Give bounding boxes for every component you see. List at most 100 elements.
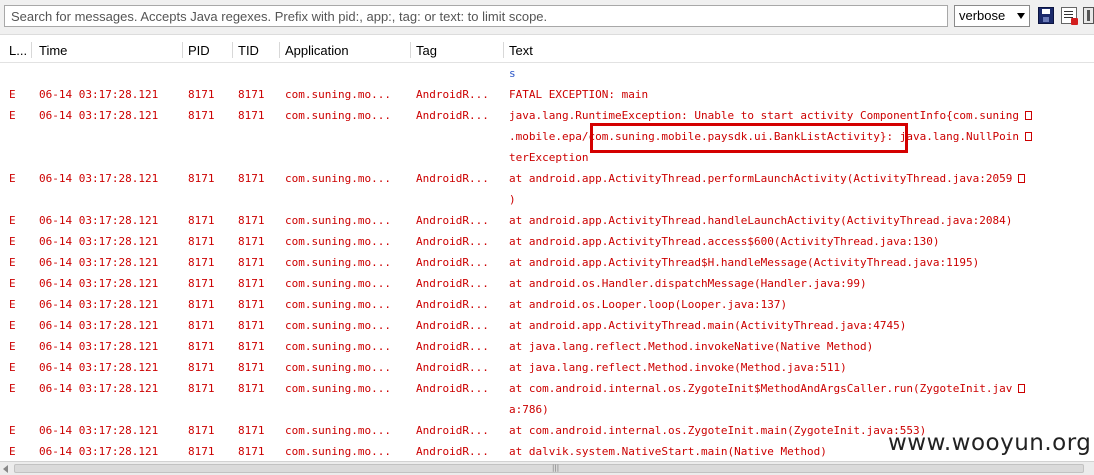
tid-cell: 8171 — [238, 382, 265, 395]
column-divider[interactable] — [410, 42, 411, 58]
message-text-cell: at android.os.Handler.dispatchMessage(Ha… — [509, 273, 867, 294]
tid-cell: 8171 — [238, 361, 265, 374]
pid-cell: 8171 — [188, 382, 215, 395]
tag-cell: AndroidR... — [416, 361, 489, 374]
time-cell: 06-14 03:17:28.121 — [39, 382, 159, 395]
table-row[interactable]: E 06-14 03:17:28.121 8171 8171 com.suning.mo… — [0, 105, 1094, 168]
table-row[interactable]: E 06-14 03:17:28.121 8171 8171 com.suning.mo… — [0, 84, 1094, 105]
save-icon[interactable] — [1038, 7, 1054, 24]
column-text[interactable]: Text — [509, 43, 533, 59]
table-row[interactable]: E 06-14 03:17:28.121 8171 8171 com.suning.mo… — [0, 294, 1094, 315]
log-level-cell: E — [9, 214, 16, 227]
wrap-marker-icon — [1018, 384, 1026, 393]
message-text: at com.android.internal.os.ZygoteInit$Me… — [509, 382, 1013, 395]
log-level-cell: E — [9, 319, 16, 332]
tid-cell: 8171 — [238, 109, 265, 122]
table-row[interactable]: E 06-14 03:17:28.121 8171 8171 com.suning.mo… — [0, 231, 1094, 252]
wrap-marker-icon — [1024, 111, 1032, 120]
log-level-cell: E — [9, 298, 16, 311]
column-header: L... Time PID TID Application Tag Text — [0, 38, 1094, 63]
toolbar: verbose — [0, 0, 1094, 35]
table-row[interactable]: E 06-14 03:17:28.121 8171 8171 com.suning.mo… — [0, 315, 1094, 336]
tid-cell: 8171 — [238, 214, 265, 227]
tag-cell: AndroidR... — [416, 298, 489, 311]
tag-cell: AndroidR... — [416, 319, 489, 332]
clear-log-icon[interactable] — [1061, 7, 1078, 25]
scrollbar-grip-icon: ||| — [552, 464, 560, 472]
column-level[interactable]: L... — [9, 43, 27, 59]
message-text-cell: at java.lang.reflect.Method.invokeNative… — [509, 336, 873, 357]
pid-cell: 8171 — [188, 109, 215, 122]
application-cell: com.suning.mo... — [285, 256, 391, 269]
tid-cell: 8171 — [238, 235, 265, 248]
column-divider[interactable] — [279, 42, 280, 58]
message-text-cell: s — [509, 63, 516, 84]
column-time[interactable]: Time — [39, 43, 67, 59]
application-cell: com.suning.mo... — [285, 298, 391, 311]
tid-cell: 8171 — [238, 256, 265, 269]
log-level-cell: E — [9, 277, 16, 290]
log-level-cell: E — [9, 445, 16, 458]
pid-cell: 8171 — [188, 424, 215, 437]
application-cell: com.suning.mo... — [285, 340, 391, 353]
message-text: at android.os.Handler.dispatchMessage(Ha… — [509, 277, 867, 290]
column-divider[interactable] — [503, 42, 504, 58]
time-cell: 06-14 03:17:28.121 — [39, 235, 159, 248]
application-cell: com.suning.mo... — [285, 172, 391, 185]
message-text-cell: at android.app.ActivityThread.handleLaun… — [509, 210, 1012, 231]
chevron-down-icon — [1017, 13, 1025, 19]
message-text: at android.app.ActivityThread$H.handleMe… — [509, 256, 980, 269]
search-input[interactable] — [4, 5, 948, 27]
tag-cell: AndroidR... — [416, 109, 489, 122]
table-row[interactable]: E 06-14 03:17:28.121 8171 8171 com.suning.mo… — [0, 357, 1094, 378]
column-divider[interactable] — [31, 42, 32, 58]
log-level-select[interactable]: verbose — [954, 5, 1030, 27]
table-row[interactable]: E 06-14 03:17:28.121 8171 8171 com.suning.mo… — [0, 336, 1094, 357]
message-text: at android.app.ActivityThread.handleLaun… — [509, 214, 1013, 227]
application-cell: com.suning.mo... — [285, 277, 391, 290]
table-row[interactable]: s — [0, 63, 1094, 84]
time-cell: 06-14 03:17:28.121 — [39, 172, 159, 185]
column-tid[interactable]: TID — [238, 43, 259, 59]
tid-cell: 8171 — [238, 319, 265, 332]
log-level-cell: E — [9, 256, 16, 269]
tid-cell: 8171 — [238, 298, 265, 311]
scrollbar-thumb[interactable] — [14, 464, 1084, 473]
tid-cell: 8171 — [238, 424, 265, 437]
pid-cell: 8171 — [188, 361, 215, 374]
tag-cell: AndroidR... — [416, 340, 489, 353]
column-divider[interactable] — [182, 42, 183, 58]
log-table[interactable]: s E 06-14 03:17:28.121 8171 8171 com.suning.m… — [0, 63, 1094, 461]
application-cell: com.suning.mo... — [285, 382, 391, 395]
table-row[interactable]: E 06-14 03:17:28.121 8171 8171 com.suning.mo… — [0, 168, 1094, 210]
time-cell: 06-14 03:17:28.121 — [39, 109, 159, 122]
scroll-lock-icon[interactable] — [1083, 7, 1094, 24]
message-text: s — [509, 67, 516, 80]
tid-cell: 8171 — [238, 445, 265, 458]
column-pid[interactable]: PID — [188, 43, 210, 59]
column-tag[interactable]: Tag — [416, 43, 437, 59]
table-row[interactable]: E 06-14 03:17:28.121 8171 8171 com.suning.mo… — [0, 210, 1094, 231]
pid-cell: 8171 — [188, 445, 215, 458]
time-cell: 06-14 03:17:28.121 — [39, 361, 159, 374]
time-cell: 06-14 03:17:28.121 — [39, 88, 159, 101]
column-application[interactable]: Application — [285, 43, 349, 59]
message-text-cell: at com.android.internal.os.ZygoteInit.ma… — [509, 420, 926, 441]
table-row[interactable]: E 06-14 03:17:28.121 8171 8171 com.suning.mo… — [0, 378, 1094, 420]
application-cell: com.suning.mo... — [285, 424, 391, 437]
application-cell: com.suning.mo... — [285, 214, 391, 227]
table-row[interactable]: E 06-14 03:17:28.121 8171 8171 com.suning.mo… — [0, 273, 1094, 294]
application-cell: com.suning.mo... — [285, 445, 391, 458]
message-text-cell: FATAL EXCEPTION: main — [509, 84, 648, 105]
log-level-cell: E — [9, 361, 16, 374]
table-row[interactable]: E 06-14 03:17:28.121 8171 8171 com.suning.mo… — [0, 252, 1094, 273]
horizontal-scrollbar[interactable]: ||| — [0, 461, 1094, 475]
tag-cell: AndroidR... — [416, 445, 489, 458]
tag-cell: AndroidR... — [416, 424, 489, 437]
column-divider[interactable] — [232, 42, 233, 58]
message-text-cell: at android.app.ActivityThread.performLau… — [509, 168, 1026, 189]
scroll-left-icon[interactable] — [3, 465, 8, 473]
time-cell: 06-14 03:17:28.121 — [39, 256, 159, 269]
pid-cell: 8171 — [188, 172, 215, 185]
message-text-cell: at com.android.internal.os.ZygoteInit$Me… — [509, 378, 1026, 399]
